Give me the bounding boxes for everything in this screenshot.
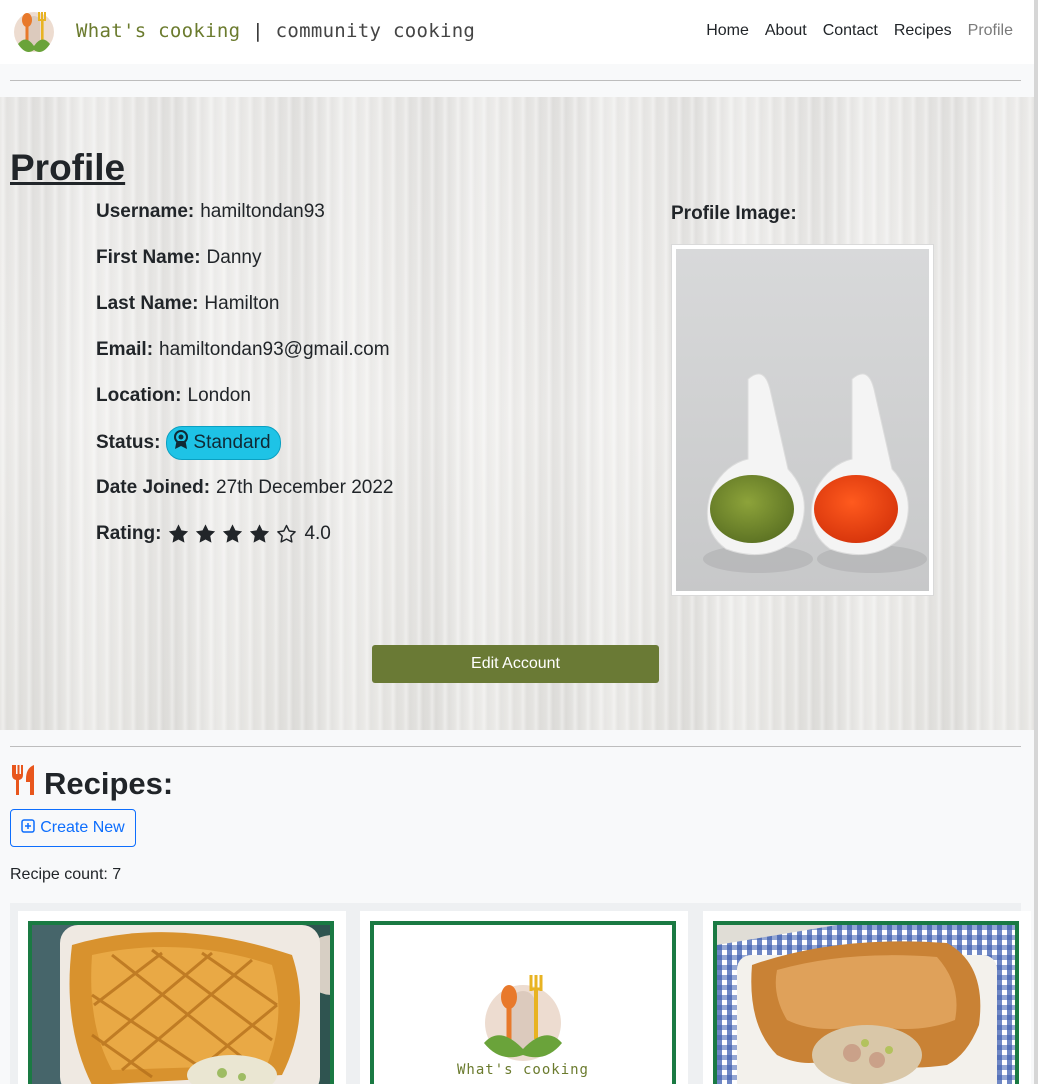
location-row: Location: London [96, 385, 251, 407]
recipe-image[interactable] [713, 921, 1019, 1084]
email-row: Email: hamiltondan93@gmail.com [96, 339, 390, 361]
placeholder-logo-text: What's cooking [456, 1062, 589, 1078]
create-new-button[interactable]: Create New [10, 809, 136, 847]
utensils-icon [10, 764, 38, 804]
last-name-value: Hamilton [204, 293, 280, 314]
recipe-count: Recipe count: 7 [10, 866, 122, 883]
navbar: What's cooking | community cooking Home … [0, 0, 1034, 64]
page-title: Profile [10, 147, 126, 188]
status-badge: Standard [166, 426, 281, 460]
recipe-card[interactable] [703, 911, 1031, 1084]
brand-title: What's cooking [76, 20, 241, 42]
award-icon [173, 430, 189, 456]
status-value: Standard [193, 432, 271, 453]
first-name-value: Danny [206, 247, 262, 268]
rating-row: Rating: 4.0 [96, 523, 331, 545]
nav-about[interactable]: About [765, 22, 807, 40]
rating-label: Rating: [96, 523, 162, 544]
profile-image-label: Profile Image: [671, 203, 797, 224]
first-name-label: First Name: [96, 247, 201, 268]
edit-account-button[interactable]: Edit Account [372, 645, 659, 683]
last-name-row: Last Name: Hamilton [96, 293, 279, 315]
email-value: hamiltondan93@gmail.com [159, 339, 390, 360]
rating-stars [167, 523, 298, 545]
brand-separator: | [252, 20, 264, 42]
username-row: Username: hamiltondan93 [96, 201, 325, 223]
status-row: Status: Standard [96, 426, 281, 460]
first-name-row: First Name: Danny [96, 247, 261, 269]
nav-home[interactable]: Home [706, 22, 749, 40]
status-label: Status: [96, 432, 161, 453]
recipe-image[interactable]: What's cooking [370, 921, 676, 1084]
date-joined-row: Date Joined: 27th December 2022 [96, 477, 393, 499]
recipe-image[interactable] [28, 921, 334, 1084]
page-scrollbar[interactable] [1034, 0, 1038, 1084]
nav-profile[interactable]: Profile [968, 22, 1013, 40]
recipe-card[interactable] [18, 911, 346, 1084]
rating-value: 4.0 [304, 523, 331, 544]
profile-image [671, 244, 934, 596]
star-icon [196, 524, 216, 543]
nav-recipes[interactable]: Recipes [894, 22, 952, 40]
divider [10, 80, 1021, 81]
username-value: hamiltondan93 [200, 201, 325, 222]
plus-square-icon [21, 818, 35, 838]
date-joined-value: 27th December 2022 [216, 477, 394, 498]
star-outline-icon [277, 524, 297, 543]
star-icon [169, 524, 189, 543]
star-icon [250, 524, 270, 543]
brand-logo[interactable] [12, 6, 56, 58]
date-joined-label: Date Joined: [96, 477, 211, 498]
recipe-card[interactable]: What's cooking [360, 911, 688, 1084]
recipes-heading: Recipes: [10, 764, 173, 804]
nav-links: Home About Contact Recipes Profile [706, 22, 1013, 40]
email-label: Email: [96, 339, 154, 360]
nav-contact[interactable]: Contact [823, 22, 878, 40]
create-new-label: Create New [40, 819, 125, 836]
username-label: Username: [96, 201, 195, 222]
brand-name[interactable]: What's cooking | community cooking [76, 20, 475, 42]
star-icon [223, 524, 243, 543]
profile-section: Profile Username: hamiltondan93 First Na… [0, 97, 1034, 730]
recipes-title: Recipes: [44, 766, 174, 801]
brand-subtitle: community cooking [275, 20, 476, 42]
location-label: Location: [96, 385, 182, 406]
last-name-label: Last Name: [96, 293, 199, 314]
location-value: London [187, 385, 251, 406]
divider [10, 746, 1021, 747]
